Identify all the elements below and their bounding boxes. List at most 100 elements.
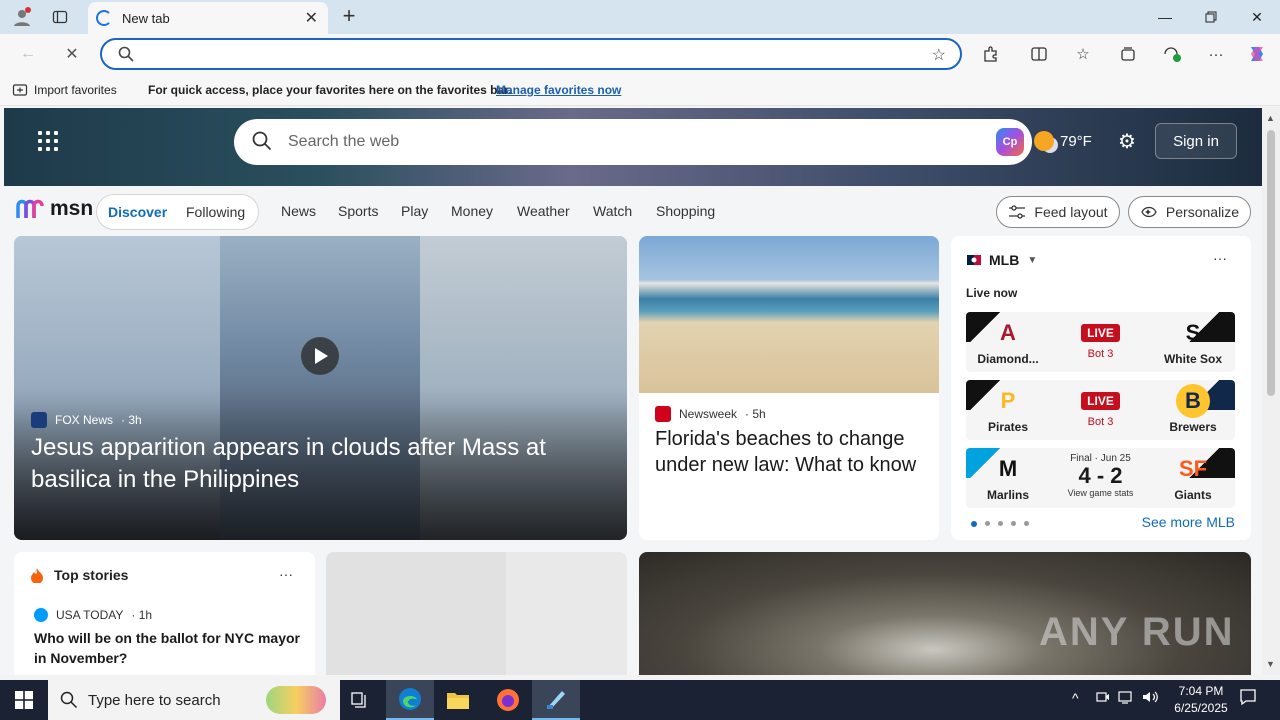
story-headline[interactable]: Who will be on the ballot for NYC mayor …	[34, 628, 304, 668]
nav-weather[interactable]: Weather	[517, 203, 570, 219]
taskbar: Type here to search ^ 7:04 PM 6/25/2025	[0, 680, 1280, 720]
edge-taskbar-icon[interactable]	[386, 680, 434, 720]
restore-button[interactable]	[1188, 0, 1234, 34]
more-options-icon[interactable]: ···	[279, 566, 293, 582]
search-icon	[60, 691, 78, 709]
msn-butterfly-icon	[16, 199, 44, 218]
import-favorites-button[interactable]: Import favorites	[12, 82, 117, 98]
close-tab-icon[interactable]: ✕	[305, 8, 318, 28]
minimize-button[interactable]: —	[1142, 0, 1188, 34]
settings-gear-icon[interactable]: ⚙	[1116, 131, 1138, 153]
marlins-logo: M	[998, 456, 1018, 481]
game-row[interactable]: M Marlins Final · Jun 25 4 - 2 View game …	[966, 448, 1235, 508]
hero-headline[interactable]: Jesus apparition appears in clouds after…	[31, 432, 611, 496]
stop-loading-button[interactable]: ✕	[60, 42, 84, 66]
mlb-header[interactable]: MLB ▼	[967, 252, 1037, 268]
notifications-icon[interactable]	[1236, 688, 1260, 712]
collections-icon[interactable]	[1115, 42, 1141, 66]
manage-favorites-link[interactable]: Manage favorites now	[496, 83, 621, 97]
notepad-icon[interactable]	[532, 680, 580, 720]
msn-page: Search the web Cp 79°F ⚙ Sign in msn Dis…	[0, 107, 1262, 675]
nav-money[interactable]: Money	[451, 203, 493, 219]
tab-title: New tab	[122, 10, 170, 26]
nav-watch[interactable]: Watch	[593, 203, 632, 219]
hero-source-name: FOX News	[55, 413, 114, 427]
tab-discover[interactable]: Discover	[108, 204, 167, 220]
volume-icon[interactable]	[1142, 690, 1158, 707]
address-bar[interactable]: ☆	[100, 38, 962, 70]
tunnel-story-card[interactable]: ANY RUN	[639, 552, 1251, 675]
msn-logo[interactable]: msn	[16, 197, 93, 221]
personalize-label: Personalize	[1165, 204, 1240, 220]
search-highlight-image	[266, 686, 326, 714]
scroll-thumb[interactable]	[1267, 130, 1275, 396]
meet-now-icon[interactable]	[1096, 690, 1110, 707]
nav-shopping[interactable]: Shopping	[656, 203, 715, 219]
news-source-name: Newsweek	[679, 407, 738, 421]
top-stories-card: Top stories ··· USA TODAY · 1h Who will …	[14, 552, 315, 675]
team-name: Brewers	[1169, 420, 1217, 434]
white-sox-logo: S	[1185, 320, 1201, 345]
back-button[interactable]: ←	[16, 42, 40, 66]
page-scrollbar[interactable]: ▲ ▼	[1262, 107, 1280, 675]
extensions-icon[interactable]	[978, 42, 1004, 66]
game-row[interactable]: P Pirates LIVE Bot 3 B Brewers	[966, 380, 1235, 440]
file-explorer-icon[interactable]	[434, 680, 482, 720]
taskbar-search[interactable]: Type here to search	[48, 680, 340, 720]
copilot-search-icon[interactable]: Cp	[996, 128, 1024, 156]
tab-following[interactable]: Following	[186, 204, 245, 220]
browser-essentials-icon[interactable]	[1159, 42, 1185, 66]
news-story-card[interactable]: Newsweek · 5h Florida's beaches to chang…	[639, 236, 939, 540]
msn-nav-row: msn Discover Following News Sports Play …	[0, 186, 1262, 236]
scroll-up-icon[interactable]: ▲	[1266, 113, 1275, 123]
team-name: Pirates	[987, 420, 1029, 434]
giants-logo: SF	[1178, 456, 1208, 481]
new-tab-button[interactable]: +	[338, 5, 360, 27]
start-button[interactable]	[0, 680, 48, 720]
copilot-icon[interactable]	[1244, 42, 1270, 66]
more-menu-icon[interactable]: ···	[1203, 42, 1229, 66]
task-view-icon[interactable]	[336, 680, 384, 720]
game-row[interactable]: A Diamond... LIVE Bot 3 S White Sox	[966, 312, 1235, 372]
close-window-button[interactable]: ✕	[1234, 0, 1280, 34]
play-video-icon[interactable]	[301, 337, 339, 375]
network-icon[interactable]	[1118, 690, 1134, 707]
scroll-down-icon[interactable]: ▼	[1266, 659, 1275, 669]
feed-layout-button[interactable]: Feed layout	[996, 196, 1120, 228]
sign-in-button[interactable]: Sign in	[1155, 123, 1237, 159]
split-screen-icon[interactable]	[1026, 42, 1052, 66]
more-options-icon[interactable]: ···	[1213, 250, 1227, 266]
nav-news[interactable]: News	[281, 203, 316, 219]
firefox-icon[interactable]	[484, 680, 532, 720]
profile-icon[interactable]	[8, 0, 36, 34]
live-badge: LIVE	[1081, 324, 1120, 342]
personalize-button[interactable]: Personalize	[1128, 196, 1251, 228]
news-source: Newsweek · 5h	[655, 406, 766, 422]
nav-play[interactable]: Play	[401, 203, 428, 219]
carousel-dots[interactable]	[971, 521, 1029, 527]
favorites-bar: Import favorites For quick access, place…	[0, 74, 1280, 106]
live-now-label: Live now	[966, 286, 1018, 300]
top-stories-header: Top stories	[30, 567, 128, 583]
apps-launcher-icon[interactable]	[38, 131, 58, 151]
partly-cloudy-icon	[1034, 131, 1054, 151]
news-headline[interactable]: Florida's beaches to change under new la…	[655, 426, 927, 478]
hero-source: FOX News · 3h	[31, 412, 142, 428]
system-clock[interactable]: 7:04 PM 6/25/2025	[1170, 683, 1232, 717]
tab-new-tab[interactable]: New tab ✕	[88, 2, 328, 34]
hero-source-age: · 3h	[121, 413, 142, 427]
team-name: Giants	[1174, 488, 1212, 502]
favorites-icon[interactable]: ☆	[1070, 42, 1096, 66]
nav-sports[interactable]: Sports	[338, 203, 378, 219]
tab-actions-icon[interactable]	[48, 0, 72, 34]
web-search-box[interactable]: Search the web Cp	[234, 119, 1032, 165]
anyrun-watermark: ANY RUN	[1039, 610, 1235, 654]
team-name: Marlins	[986, 488, 1029, 502]
search-icon	[118, 46, 134, 62]
hero-story-card[interactable]: FOX News · 3h Jesus apparition appears i…	[14, 236, 627, 540]
favorite-star-icon[interactable]: ☆	[932, 45, 946, 65]
view-game-stats-link[interactable]: View game stats	[1050, 488, 1151, 498]
show-hidden-icons[interactable]: ^	[1072, 690, 1079, 706]
weather-widget[interactable]: 79°F	[1034, 131, 1092, 151]
see-more-mlb-link[interactable]: See more MLB	[1142, 514, 1235, 530]
